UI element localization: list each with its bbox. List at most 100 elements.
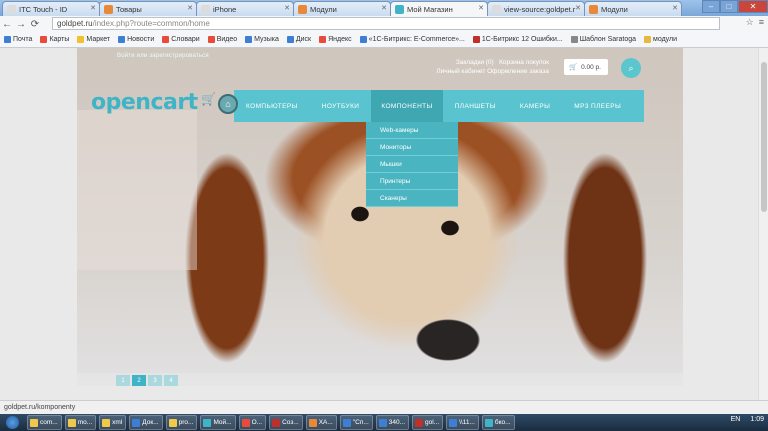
dropdown-item[interactable]: Мониторы bbox=[366, 139, 458, 156]
login-register-link[interactable]: Войти или зарегистрироваться bbox=[117, 53, 209, 59]
taskbar-label: Док... bbox=[142, 419, 159, 426]
pager-dot[interactable]: 2 bbox=[132, 375, 146, 386]
taskbar-label: О... bbox=[251, 419, 263, 426]
bookmark-item[interactable]: Музыка bbox=[245, 36, 279, 43]
close-window-button[interactable]: ✕ bbox=[738, 0, 768, 13]
home-button[interactable]: ⌂ bbox=[218, 94, 238, 114]
site-logo[interactable]: opencart 🛒 bbox=[91, 90, 216, 115]
taskbar-item[interactable]: Док... bbox=[129, 415, 163, 430]
menu-item[interactable]: MP3 ПЛЕЕРЫ bbox=[562, 90, 633, 122]
bookmark-item[interactable]: Шаблон Saratoga bbox=[570, 36, 636, 43]
cart-link[interactable]: Корзина покупок bbox=[499, 59, 549, 66]
forward-button[interactable]: → bbox=[14, 19, 28, 30]
dropdown-item[interactable]: Мышки bbox=[366, 156, 458, 173]
tab-close-icon[interactable]: ✕ bbox=[187, 4, 193, 12]
pager-dot[interactable]: 1 bbox=[116, 375, 130, 386]
tab-favicon-icon bbox=[104, 5, 113, 14]
reload-button[interactable]: ⟳ bbox=[28, 19, 42, 30]
tab-favicon-icon bbox=[395, 5, 404, 14]
taskbar-label: mo... bbox=[77, 419, 93, 426]
tab-close-icon[interactable]: ✕ bbox=[284, 4, 290, 12]
taskbar-item[interactable]: бко... bbox=[481, 415, 515, 430]
language-indicator[interactable]: EN bbox=[731, 416, 741, 423]
slide-overlay bbox=[77, 110, 197, 270]
taskbar-app-icon bbox=[168, 419, 177, 427]
bookmark-item[interactable]: Яндекс bbox=[319, 36, 352, 43]
tab-title: iPhone bbox=[213, 5, 237, 14]
logo-cart-icon: 🛒 bbox=[201, 92, 216, 106]
bookmark-star-icon[interactable]: ☆ bbox=[746, 17, 754, 28]
start-button[interactable] bbox=[0, 414, 24, 431]
chrome-menu-icon[interactable]: ≡ bbox=[759, 17, 764, 28]
taskbar-item[interactable]: О... bbox=[238, 415, 267, 430]
taskbar-item[interactable]: 340... bbox=[375, 415, 410, 430]
page-scrollbar[interactable] bbox=[758, 48, 768, 400]
taskbar-label: Соз... bbox=[282, 419, 299, 426]
bookmark-item[interactable]: Диск bbox=[286, 36, 312, 43]
dropdown-item[interactable]: Принтеры bbox=[366, 173, 458, 190]
menu-item[interactable]: КОМПЬЮТЕРЫ bbox=[234, 90, 310, 122]
bookmark-item[interactable]: Словари bbox=[162, 36, 200, 43]
search-button[interactable]: ⌕ bbox=[621, 58, 641, 78]
dropdown-item[interactable]: Сканеры bbox=[366, 190, 458, 207]
bookmark-item[interactable]: модули bbox=[644, 36, 677, 43]
browser-tab[interactable]: Модули ✕ bbox=[293, 1, 391, 16]
taskbar-item[interactable]: Соз... bbox=[269, 415, 303, 430]
pager-dot[interactable]: 4 bbox=[164, 375, 178, 386]
bookmark-favicon-icon bbox=[319, 36, 327, 43]
menu-item[interactable]: КОМПОНЕНТЫ bbox=[371, 90, 443, 122]
menu-item[interactable]: КАМЕРЫ bbox=[508, 90, 562, 122]
taskbar-item[interactable]: Мой... bbox=[200, 415, 236, 430]
address-bar[interactable]: goldpet.ru/index.php?route=common/home bbox=[52, 17, 720, 30]
scrollbar-thumb[interactable] bbox=[761, 62, 767, 212]
minimize-button[interactable]: – bbox=[702, 0, 720, 13]
taskbar-item[interactable]: \\11... bbox=[446, 415, 479, 430]
browser-tab[interactable]: iPhone ✕ bbox=[196, 1, 294, 16]
tab-close-icon[interactable]: ✕ bbox=[672, 4, 678, 12]
menu-item[interactable]: НОУТБУКИ bbox=[310, 90, 372, 122]
bookmark-label: Карты bbox=[49, 36, 70, 43]
maximize-button[interactable]: □ bbox=[720, 0, 738, 13]
taskbar-label: pro... bbox=[178, 419, 194, 426]
taskbar-item[interactable]: ХА... bbox=[305, 415, 337, 430]
status-bar-url: goldpet.ru/komponenty bbox=[0, 400, 768, 414]
browser-tab[interactable]: Товары ✕ bbox=[99, 1, 197, 16]
bookmark-item[interactable]: Почта bbox=[4, 36, 32, 43]
bookmark-favicon-icon bbox=[286, 36, 294, 43]
bookmark-label: Диск bbox=[295, 36, 312, 43]
browser-tab[interactable]: ITC Touch - ID ✕ bbox=[2, 1, 100, 16]
bookmark-item[interactable]: Маркет bbox=[77, 36, 110, 43]
cart-button[interactable]: 🛒 0.00 р. bbox=[564, 59, 608, 75]
slider-pager: 1234 bbox=[116, 375, 178, 386]
menu-item[interactable]: ПЛАНШЕТЫ bbox=[443, 90, 508, 122]
dropdown-item[interactable]: Web-камеры bbox=[366, 122, 458, 139]
taskbar-item[interactable]: com... bbox=[27, 415, 62, 430]
wishlist-link[interactable]: Закладки (0) bbox=[456, 59, 494, 66]
bookmark-item[interactable]: Новости bbox=[118, 36, 154, 43]
browser-tab[interactable]: Мой Магазин ✕ bbox=[390, 1, 488, 16]
account-checkout-links[interactable]: Личный кабинет Оформление заказа bbox=[419, 67, 549, 76]
tab-title: Товары bbox=[116, 5, 142, 14]
taskbar-item[interactable]: pro... bbox=[165, 415, 198, 430]
logo-text: opencart bbox=[91, 90, 198, 115]
tab-close-icon[interactable]: ✕ bbox=[575, 4, 581, 12]
tab-close-icon[interactable]: ✕ bbox=[478, 4, 484, 12]
taskbar-label: ХА... bbox=[318, 419, 333, 426]
clock[interactable]: 1:09 bbox=[750, 416, 764, 423]
browser-tab[interactable]: Модули ✕ bbox=[584, 1, 682, 16]
bookmark-item[interactable]: Видео bbox=[207, 36, 237, 43]
browser-tab[interactable]: view-source:goldpet.r ✕ bbox=[487, 1, 585, 16]
back-button[interactable]: ← bbox=[0, 19, 14, 30]
tab-close-icon[interactable]: ✕ bbox=[381, 4, 387, 12]
bookmark-item[interactable]: Карты bbox=[40, 36, 69, 43]
tab-close-icon[interactable]: ✕ bbox=[90, 4, 96, 12]
pager-dot[interactable]: 3 bbox=[148, 375, 162, 386]
taskbar-item[interactable]: mo... bbox=[64, 415, 97, 430]
taskbar-item[interactable]: "Сп... bbox=[339, 415, 373, 430]
bookmark-item[interactable]: 1С-Битрикс 12 Ошибки... bbox=[472, 36, 563, 43]
taskbar-item[interactable]: gol... bbox=[412, 415, 444, 430]
bookmark-item[interactable]: «1С-Битрикс: E-Commerce»... bbox=[359, 36, 465, 43]
main-menu: КОМПЬЮТЕРЫ НОУТБУКИ КОМПОНЕНТЫ ПЛАНШЕТЫ КАМЕ… bbox=[234, 90, 644, 122]
taskbar-item[interactable]: xml bbox=[99, 415, 127, 430]
bookmark-label: «1С-Битрикс: E-Commerce»... bbox=[368, 36, 465, 43]
